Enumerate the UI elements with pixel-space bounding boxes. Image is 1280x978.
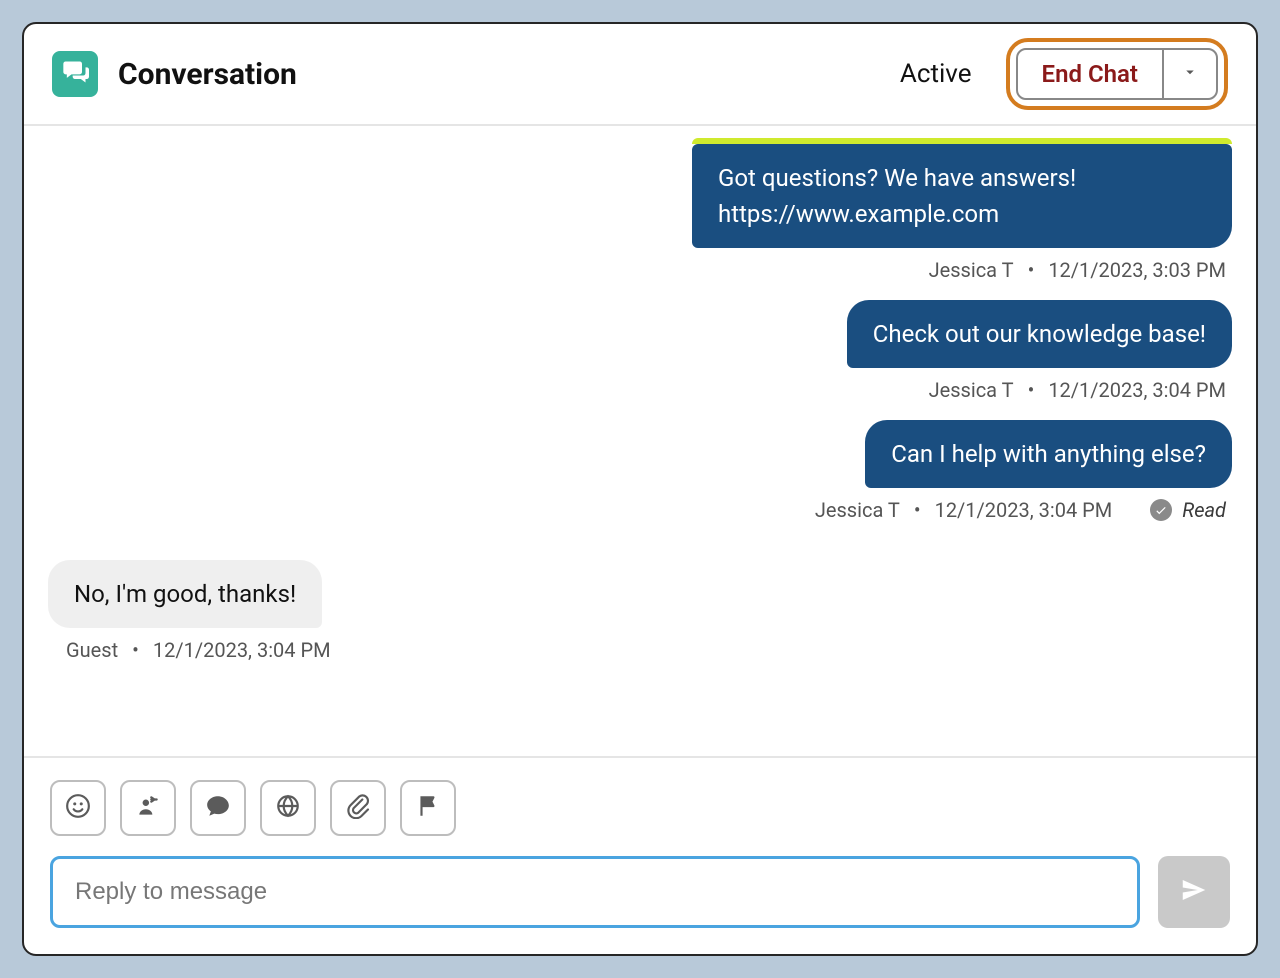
chat-bubbles-icon	[61, 58, 89, 90]
message-author: Guest	[66, 638, 118, 662]
meta-separator	[1024, 258, 1039, 282]
public-reply-button[interactable]	[260, 780, 316, 836]
speech-bubble-icon	[205, 793, 231, 823]
composer-toolbar	[50, 780, 1230, 836]
message-row: Got questions? We have answers! https://…	[48, 144, 1232, 282]
flag-icon	[415, 793, 441, 823]
message-timestamp: 12/1/2023, 3:04 PM	[1048, 378, 1226, 402]
end-chat-highlight: End Chat	[1006, 38, 1228, 110]
message-meta: Guest 12/1/2023, 3:04 PM	[48, 638, 331, 662]
reply-input[interactable]	[50, 856, 1140, 928]
message-list: Got questions? We have answers! https://…	[24, 126, 1256, 756]
flag-button[interactable]	[400, 780, 456, 836]
transfer-button[interactable]	[120, 780, 176, 836]
canned-response-button[interactable]	[190, 780, 246, 836]
globe-icon	[275, 793, 301, 823]
conversation-status: Active	[900, 59, 972, 89]
conversation-panel: Conversation Active End Chat Got questio…	[22, 22, 1258, 956]
read-check-icon	[1150, 499, 1172, 521]
read-label: Read	[1182, 498, 1226, 522]
caret-down-icon	[1181, 63, 1199, 85]
message-bubble: Got questions? We have answers! https://…	[692, 144, 1232, 248]
conversation-logo	[52, 51, 98, 97]
attach-button[interactable]	[330, 780, 386, 836]
message-row: Check out our knowledge base! Jessica T …	[48, 300, 1232, 402]
message-meta: Jessica T 12/1/2023, 3:03 PM	[929, 258, 1232, 282]
end-chat-dropdown-button[interactable]	[1162, 50, 1216, 98]
conversation-header: Conversation Active End Chat	[24, 24, 1256, 126]
message-meta: Jessica T 12/1/2023, 3:04 PM Read	[815, 498, 1232, 522]
end-chat-split-button: End Chat	[1016, 48, 1218, 100]
end-chat-button[interactable]: End Chat	[1018, 50, 1162, 98]
send-icon	[1179, 875, 1209, 909]
send-button[interactable]	[1158, 856, 1230, 928]
composer	[24, 756, 1256, 954]
message-timestamp: 12/1/2023, 3:03 PM	[1048, 258, 1226, 282]
message-row: Can I help with anything else? Jessica T…	[48, 420, 1232, 522]
message-bubble: No, I'm good, thanks!	[48, 560, 322, 628]
emoji-button[interactable]	[50, 780, 106, 836]
page-title: Conversation	[118, 57, 297, 92]
message-timestamp: 12/1/2023, 3:04 PM	[935, 498, 1113, 522]
emoji-icon	[65, 793, 91, 823]
message-row: No, I'm good, thanks! Guest 12/1/2023, 3…	[48, 560, 1232, 662]
message-meta: Jessica T 12/1/2023, 3:04 PM	[929, 378, 1232, 402]
message-author: Jessica T	[815, 498, 900, 522]
meta-separator	[128, 638, 143, 662]
message-timestamp: 12/1/2023, 3:04 PM	[153, 638, 331, 662]
composer-input-row	[50, 856, 1230, 928]
transfer-person-icon	[135, 793, 161, 823]
meta-separator	[1024, 378, 1039, 402]
message-bubble: Can I help with anything else?	[865, 420, 1232, 488]
message-bubble: Check out our knowledge base!	[847, 300, 1232, 368]
paperclip-icon	[345, 793, 371, 823]
meta-separator	[910, 498, 925, 522]
message-author: Jessica T	[929, 378, 1014, 402]
message-author: Jessica T	[929, 258, 1014, 282]
